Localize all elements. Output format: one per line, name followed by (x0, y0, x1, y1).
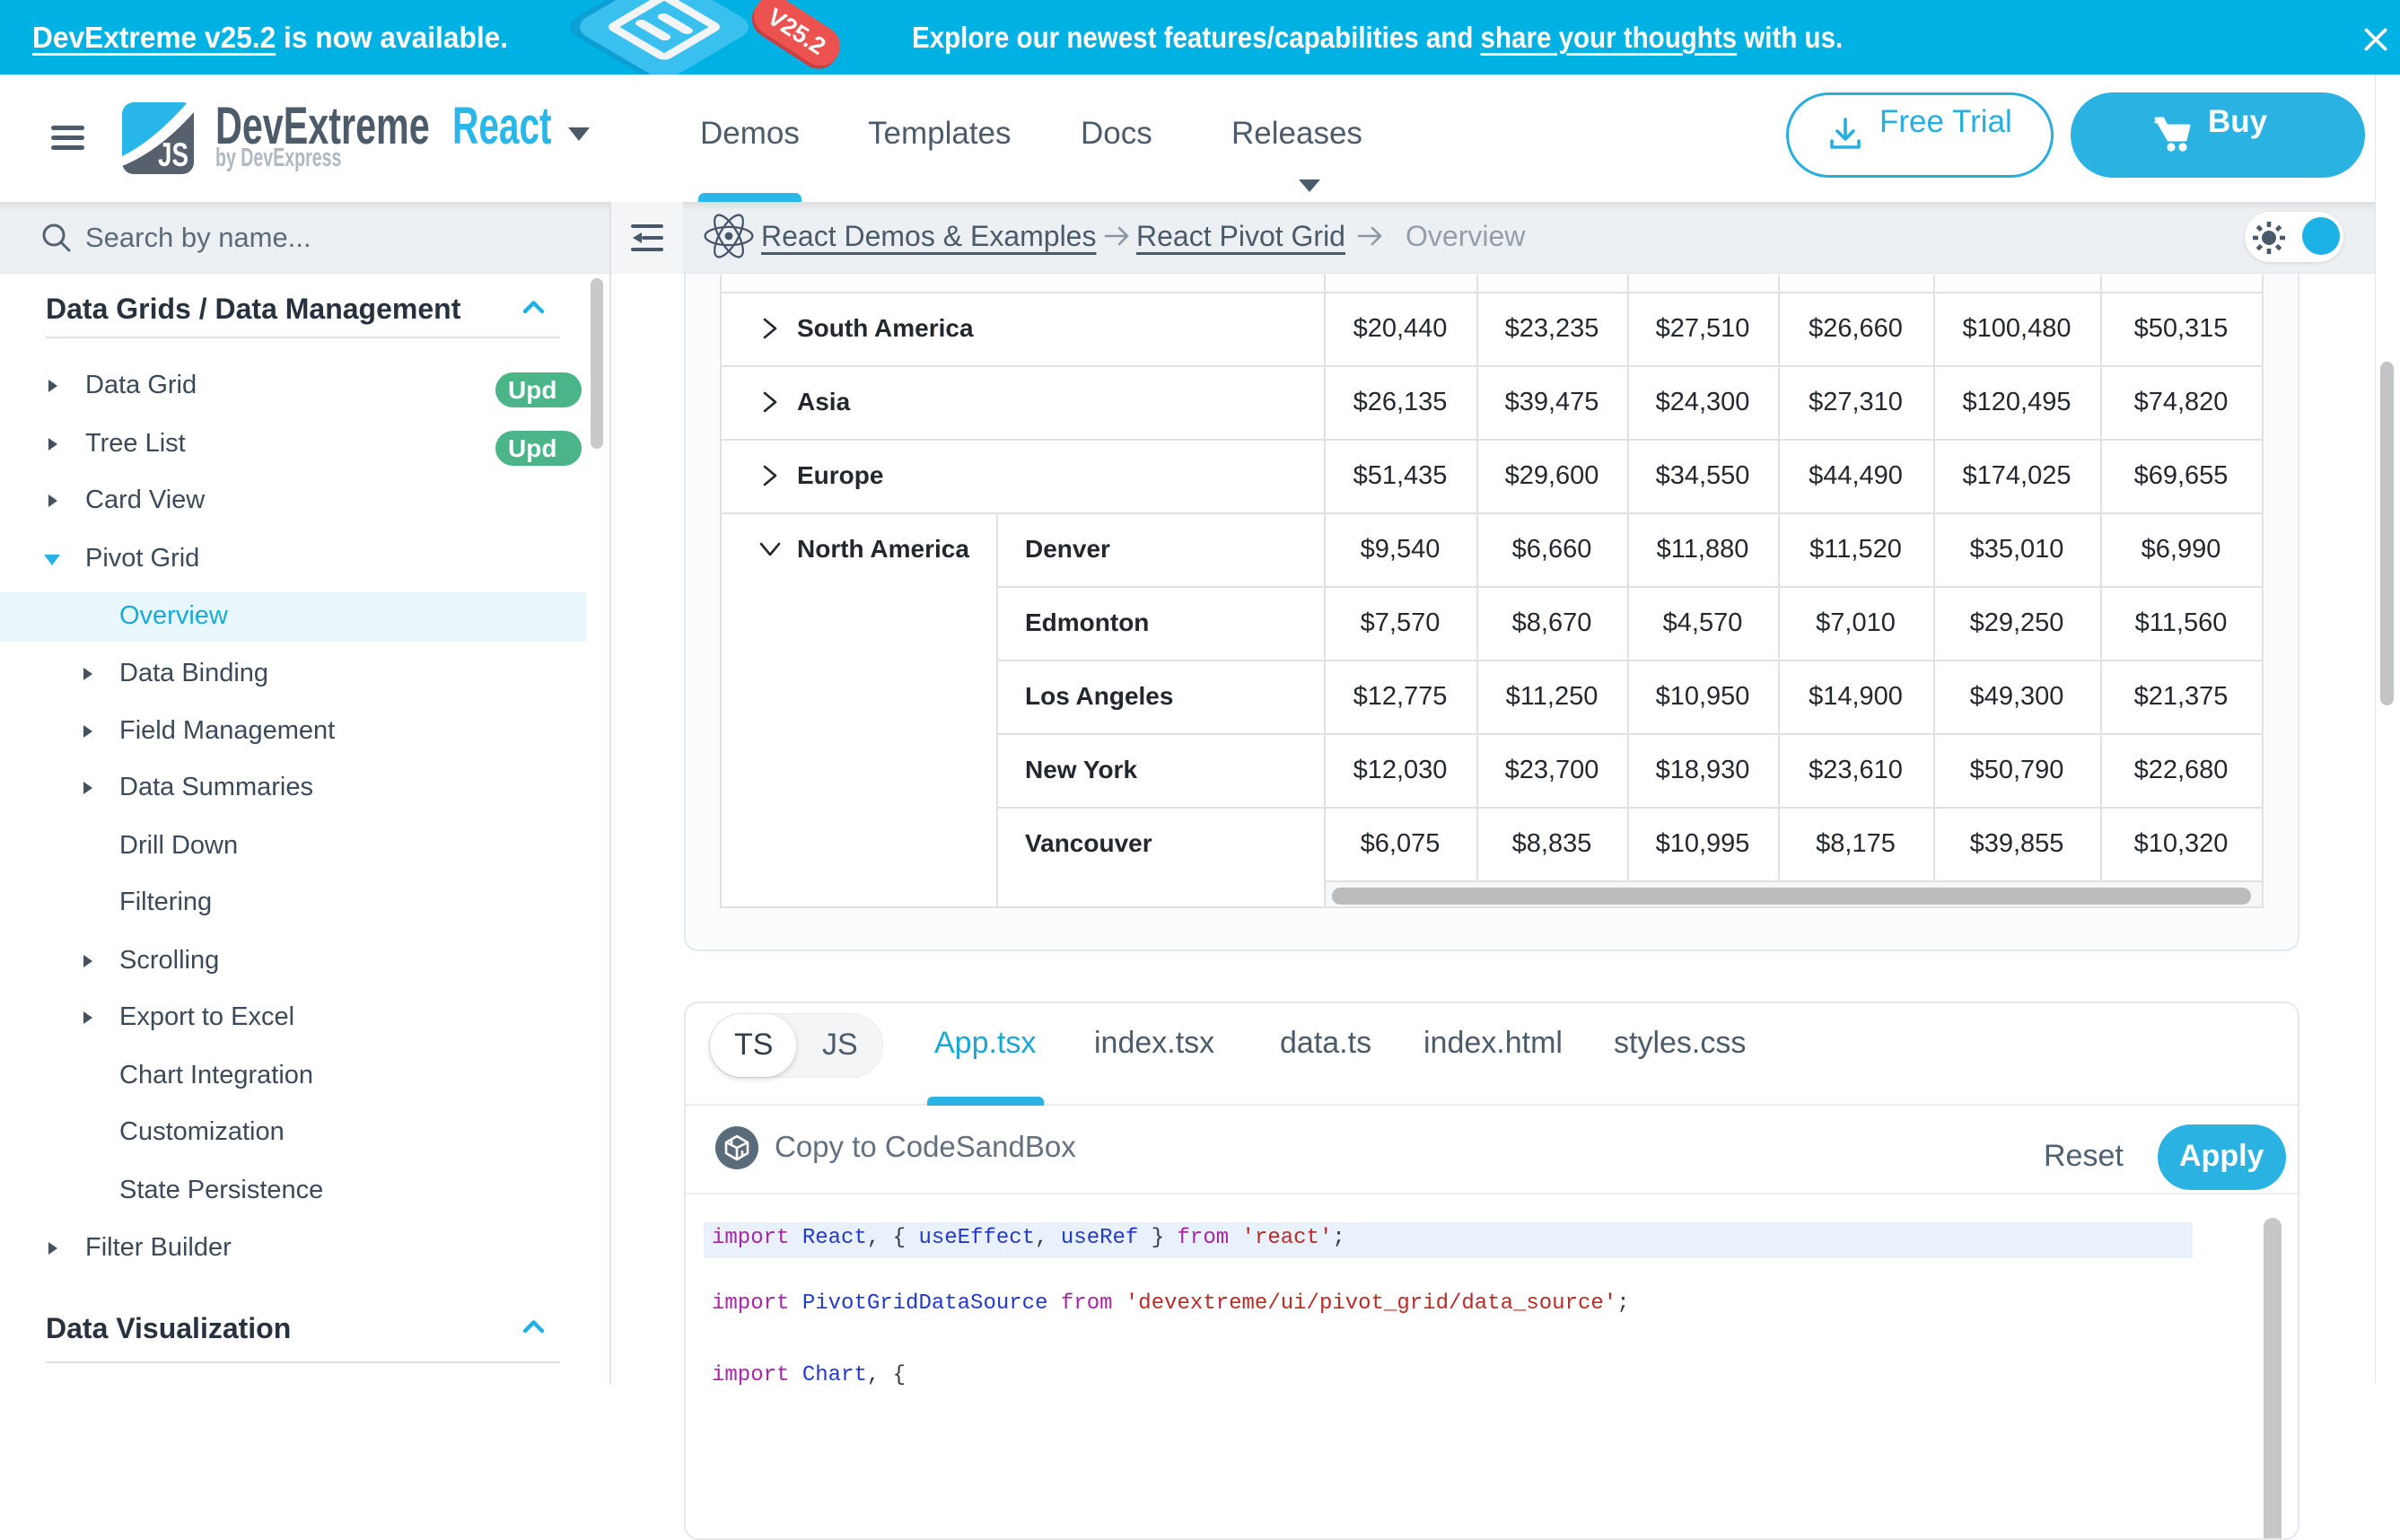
svg-text:JS: JS (158, 136, 188, 173)
